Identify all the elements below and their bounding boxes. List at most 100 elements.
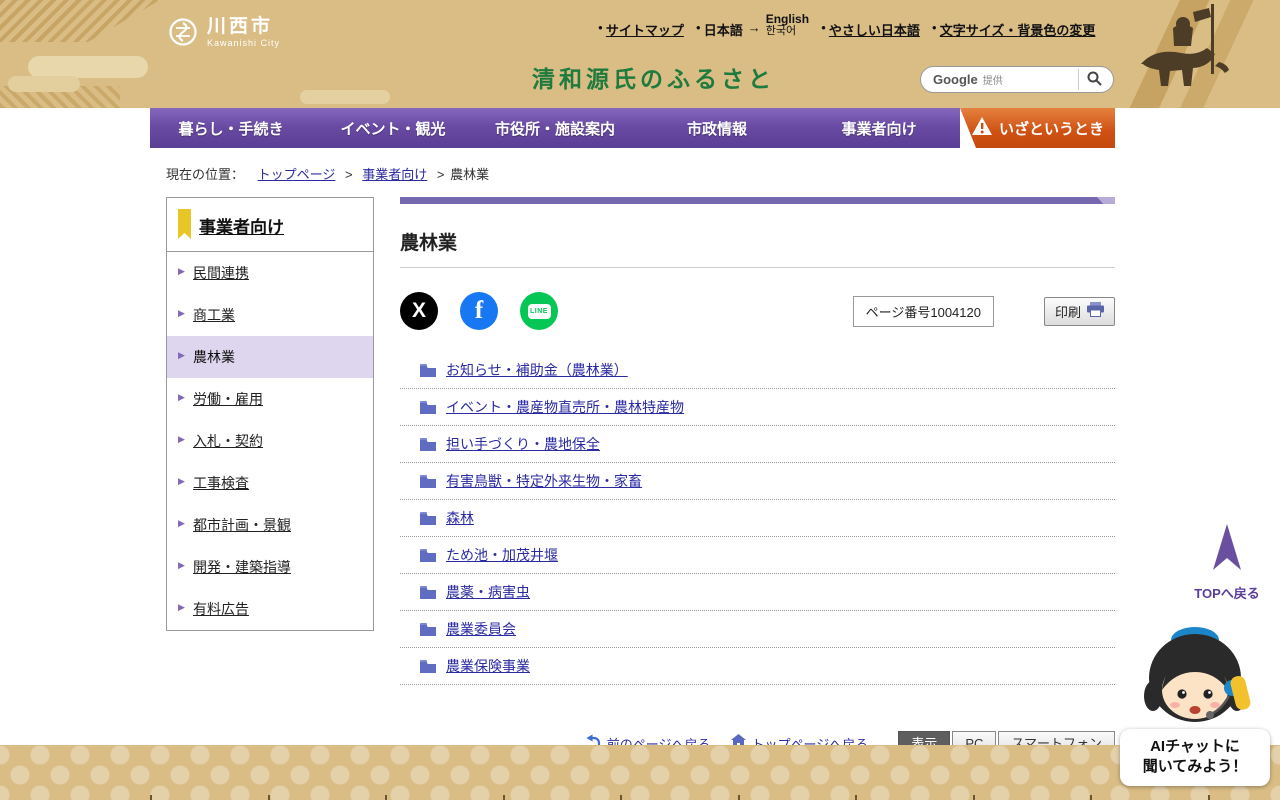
breadcrumb: 現在の位置： トップページ > 事業者向け > 農林業: [166, 164, 1280, 183]
category-link[interactable]: 森林: [446, 508, 474, 528]
city-logo[interactable]: 川西市 Kawanishi City: [168, 16, 280, 48]
category-link[interactable]: イベント・農産物直売所・農林特産物: [446, 397, 684, 417]
ai-chat-mascot-image: [1120, 614, 1270, 737]
sidebar-header: 事業者向け: [167, 198, 373, 252]
nav-kurashi[interactable]: 暮らし・手続き: [150, 108, 312, 148]
samurai-statue-image: [1123, 2, 1235, 108]
sidebar-item-label[interactable]: 有料広告: [167, 588, 373, 630]
sidebar-menu: 民間連携 商工業 農林業 労働・雇用 入札・契約 工事検査 都市計画・景観 開発…: [167, 252, 373, 630]
cloud-decoration: [28, 56, 148, 78]
language-english-link[interactable]: English: [766, 13, 809, 26]
facebook-icon: f: [474, 297, 484, 324]
nav-jigyosha[interactable]: 事業者向け: [798, 108, 960, 148]
sidebar-item-label[interactable]: 労働・雇用: [167, 378, 373, 420]
nav-emergency[interactable]: いざというとき: [960, 108, 1115, 148]
ai-chat-widget[interactable]: AIチャットに 聞いてみよう！: [1120, 614, 1270, 786]
back-to-top[interactable]: TOPへ戻る: [1190, 524, 1264, 602]
breadcrumb-section-link[interactable]: 事業者向け: [362, 167, 427, 182]
sidebar-item-label[interactable]: 商工業: [167, 294, 373, 336]
sidebar-item-label[interactable]: 開発・建築指導: [167, 546, 373, 588]
share-line-button[interactable]: LINE: [520, 292, 558, 330]
category-link[interactable]: 有害鳥獣・特定外来生物・家畜: [446, 471, 642, 491]
search-input[interactable]: [1002, 69, 1078, 90]
nav-bar: 暮らし・手続き イベント・観光 市役所・施設案内 市政情報 事業者向け: [150, 108, 960, 148]
easy-japanese-link[interactable]: やさしい日本語: [829, 20, 920, 39]
breadcrumb-home-link[interactable]: トップページ: [258, 167, 336, 182]
category-list-item[interactable]: 農業委員会: [400, 611, 1115, 648]
share-facebook-button[interactable]: f: [460, 292, 498, 330]
category-link[interactable]: お知らせ・補助金（農林業）: [446, 360, 628, 380]
folder-icon: [420, 511, 436, 525]
sidebar-title-link[interactable]: 事業者向け: [199, 218, 284, 237]
cloud-decoration: [8, 76, 80, 92]
category-link[interactable]: 農業委員会: [446, 619, 516, 639]
sidebar-item-minkan-renkei[interactable]: 民間連携: [167, 252, 373, 294]
sidebar-item-shokogyo[interactable]: 商工業: [167, 294, 373, 336]
city-name: 川西市: [207, 16, 274, 37]
folder-icon: [420, 622, 436, 636]
category-list-item[interactable]: 担い手づくり・農地保全: [400, 426, 1115, 463]
site-footer: [0, 745, 1280, 800]
folder-icon: [420, 400, 436, 414]
category-link[interactable]: ため池・加茂井堰: [446, 545, 558, 565]
sidebar-item-label[interactable]: 入札・契約: [167, 420, 373, 462]
sidebar-item-toshi-keikaku[interactable]: 都市計画・景観: [167, 504, 373, 546]
sidebar-item-rodo-koyo[interactable]: 労働・雇用: [167, 378, 373, 420]
category-list-item[interactable]: 農薬・病害虫: [400, 574, 1115, 611]
category-list-item[interactable]: 農業保険事業: [400, 648, 1115, 685]
category-list-item[interactable]: イベント・農産物直売所・農林特産物: [400, 389, 1115, 426]
sidebar-item-norin-gyo[interactable]: 農林業: [167, 336, 373, 378]
breadcrumb-separator: >: [436, 167, 445, 182]
sidebar-item-label[interactable]: 工事検査: [167, 462, 373, 504]
sidebar-item-yuryo-kokoku[interactable]: 有料広告: [167, 588, 373, 630]
category-list-item[interactable]: 森林: [400, 500, 1115, 537]
sidebar-item-koji-kensa[interactable]: 工事検査: [167, 462, 373, 504]
magnifier-icon: [1087, 71, 1102, 89]
nav-emergency-label: いざというとき: [998, 120, 1104, 138]
language-korean-link[interactable]: 한국어: [766, 25, 809, 38]
sidebar-item-kaihatsu-kenchiku[interactable]: 開発・建築指導: [167, 546, 373, 588]
nav-event-kanko[interactable]: イベント・観光: [312, 108, 474, 148]
language-current: 日本語: [703, 23, 743, 38]
display-settings-link[interactable]: 文字サイズ・背景色の変更: [940, 20, 1096, 39]
main-navigation: 暮らし・手続き イベント・観光 市役所・施設案内 市政情報 事業者向け いざとい…: [150, 108, 1115, 148]
page: 川西市 Kawanishi City ● サイトマップ ● 日本語 → Engl…: [0, 0, 1280, 800]
print-label: 印刷: [1054, 304, 1081, 320]
sitemap-link[interactable]: サイトマップ: [606, 20, 684, 39]
search-button[interactable]: [1078, 69, 1110, 90]
share-x-button[interactable]: X: [400, 292, 438, 330]
category-list-item[interactable]: お知らせ・補助金（農林業）: [400, 352, 1115, 389]
city-name-en: Kawanishi City: [207, 37, 281, 48]
bookmark-ribbon-icon: [178, 209, 191, 239]
page-toolbar: X f LINE ページ番号1004120 印刷: [400, 292, 1115, 330]
header-pattern-top-left: [0, 0, 160, 42]
print-button[interactable]: 印刷: [1043, 296, 1115, 326]
sidebar-item-label[interactable]: 都市計画・景観: [167, 504, 373, 546]
breadcrumb-current: 農林業: [450, 167, 490, 182]
bullet-icon: ●: [695, 23, 701, 32]
footer-links-cropped: [150, 795, 1210, 800]
page-title: 農林業: [400, 204, 1115, 268]
sidebar-item-label[interactable]: 農林業: [167, 336, 373, 378]
category-link[interactable]: 農薬・病害虫: [446, 582, 530, 602]
nav-shiyakusho[interactable]: 市役所・施設案内: [474, 108, 636, 148]
category-list-item[interactable]: 有害鳥獣・特定外来生物・家畜: [400, 463, 1115, 500]
folder-icon: [420, 659, 436, 673]
bullet-icon: ●: [598, 23, 603, 32]
sidebar-item-nyusatsu-keiyaku[interactable]: 入札・契約: [167, 420, 373, 462]
folder-icon: [420, 437, 436, 451]
category-link[interactable]: 担い手づくり・農地保全: [446, 434, 600, 454]
x-icon: X: [411, 299, 426, 322]
google-brand-label: Google: [933, 72, 978, 87]
back-to-top-label: TOPへ戻る: [1194, 586, 1260, 601]
category-link-list: お知らせ・補助金（農林業） イベント・農産物直売所・農林特産物 担い手づくり・農…: [400, 352, 1115, 685]
sidebar-item-label[interactable]: 民間連携: [167, 252, 373, 294]
main-content: 農林業 X f LINE ページ番号1004120 印刷 お知らせ・補助金（農林…: [400, 197, 1115, 757]
bullet-icon: ●: [931, 23, 937, 32]
nav-shisei-joho[interactable]: 市政情報: [636, 108, 798, 148]
category-link[interactable]: 農業保険事業: [446, 656, 530, 676]
folder-icon: [420, 363, 436, 377]
city-emblem-icon: [168, 17, 198, 47]
arrow-right-icon: →: [747, 20, 761, 35]
category-list-item[interactable]: ため池・加茂井堰: [400, 537, 1115, 574]
